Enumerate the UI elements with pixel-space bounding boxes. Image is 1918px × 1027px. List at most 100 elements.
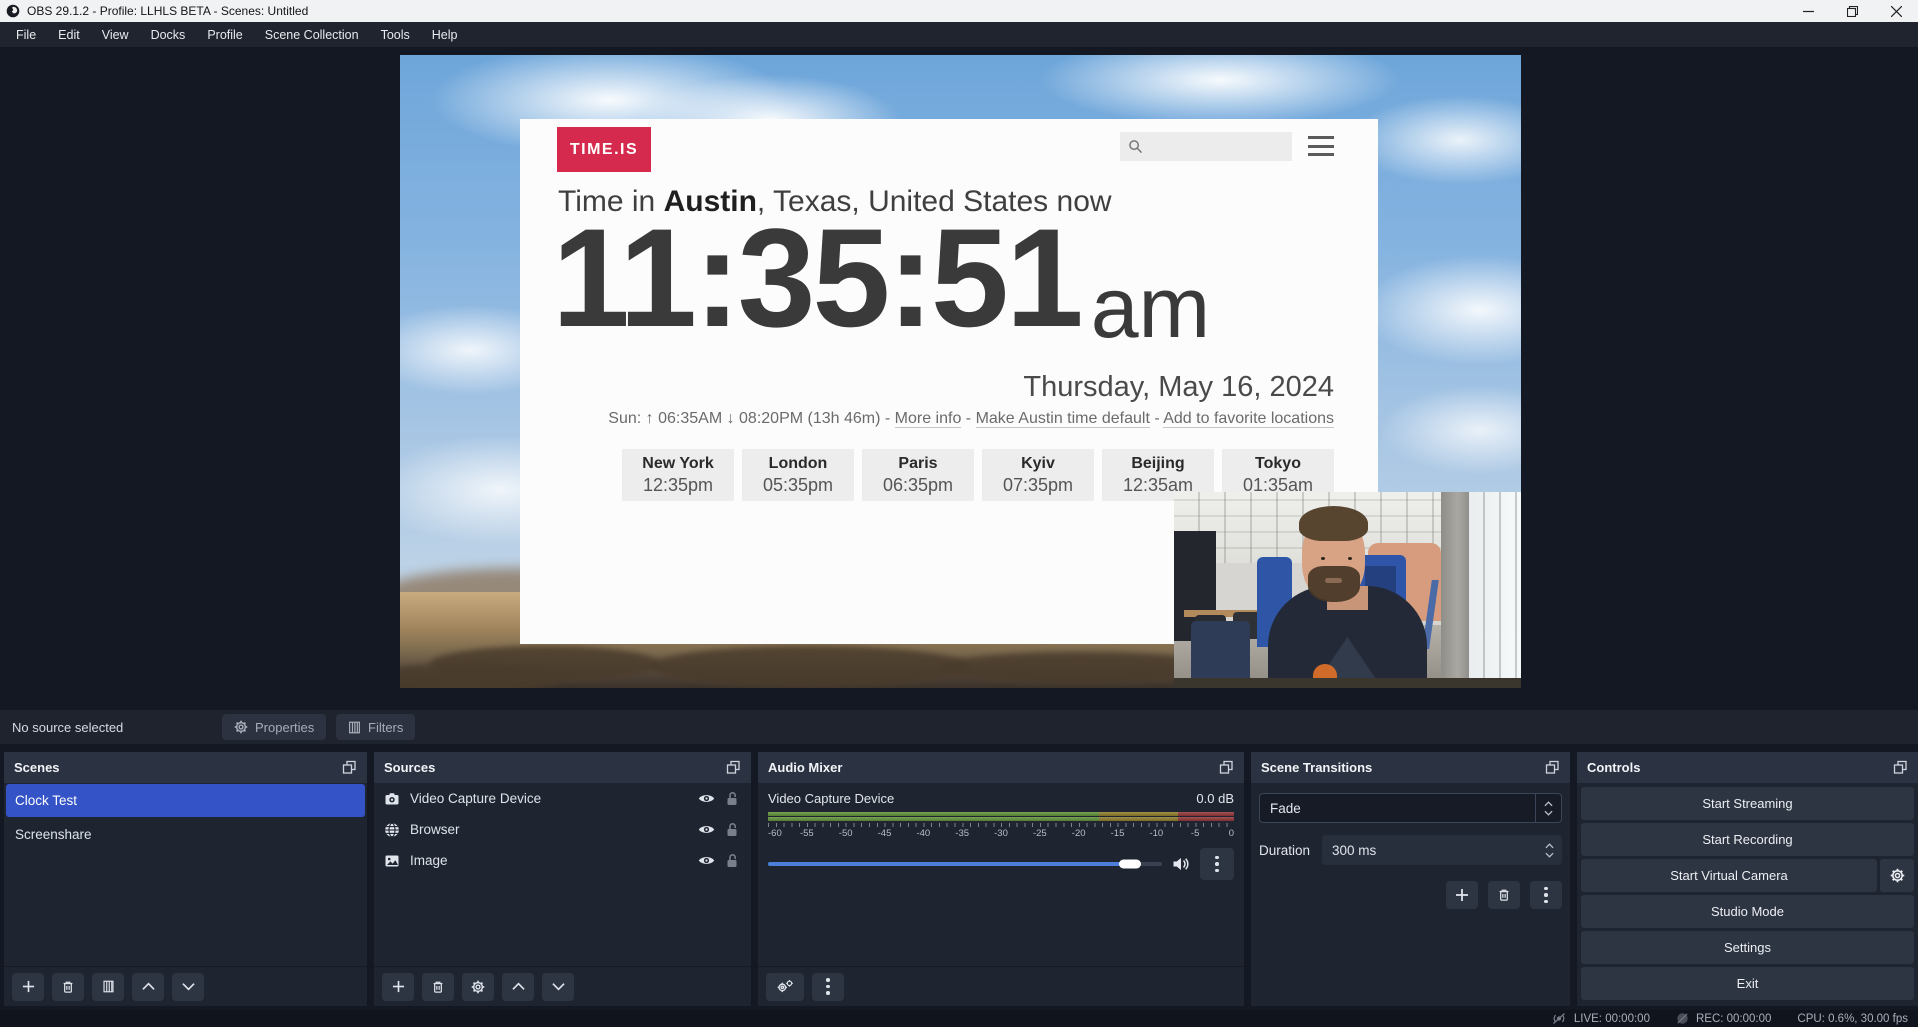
start-recording-button[interactable]: Start Recording (1581, 823, 1914, 856)
city-kyiv: Kyiv07:35pm (982, 449, 1094, 501)
sources-header[interactable]: Sources (374, 752, 751, 783)
add-source-button[interactable] (382, 973, 414, 1001)
sources-toolbar (374, 966, 751, 1006)
duration-spinbox[interactable]: 300 ms (1322, 835, 1562, 865)
scene-item-screenshare[interactable]: Screenshare (6, 818, 365, 851)
advanced-audio-button[interactable] (766, 973, 804, 1001)
remove-scene-button[interactable] (52, 973, 84, 1001)
start-streaming-button[interactable]: Start Streaming (1581, 787, 1914, 820)
close-button[interactable] (1874, 0, 1918, 22)
title-bar: OBS 29.1.2 - Profile: LLHLS BETA - Scene… (0, 0, 1918, 22)
transitions-body: Fade Duration 300 ms (1251, 783, 1570, 1006)
popout-icon[interactable] (1219, 760, 1234, 775)
transitions-header[interactable]: Scene Transitions (1251, 752, 1570, 783)
gear-icon (234, 720, 248, 734)
menu-docks[interactable]: Docks (140, 22, 197, 47)
kebab-menu-icon (1215, 856, 1219, 873)
source-item-browser[interactable]: Browser (374, 814, 751, 845)
transition-select[interactable]: Fade (1259, 793, 1562, 823)
camera-icon (384, 791, 400, 807)
timeis-logo: TIME.IS (557, 127, 651, 172)
scene-transitions-panel: Scene Transitions Fade Duration 300 ms (1251, 752, 1570, 1006)
lock-icon[interactable] (725, 853, 739, 868)
filters-button[interactable]: Filters (336, 714, 415, 740)
chevron-down-icon (1545, 852, 1554, 858)
chevron-up-icon (142, 982, 155, 991)
add-transition-button[interactable] (1446, 881, 1478, 909)
eye-icon[interactable] (698, 823, 715, 836)
webcam-overlay[interactable] (1174, 492, 1521, 688)
popout-icon[interactable] (1893, 760, 1908, 775)
clock-digits: 11:35:51 (552, 211, 1081, 344)
add-scene-button[interactable] (12, 973, 44, 1001)
virtual-camera-config-button[interactable] (1880, 859, 1914, 892)
menu-profile[interactable]: Profile (196, 22, 253, 47)
popout-icon[interactable] (726, 760, 741, 775)
city-newyork: New York12:35pm (622, 449, 734, 501)
lock-icon[interactable] (725, 822, 739, 837)
speaker-icon[interactable] (1172, 856, 1190, 872)
city-london: London05:35pm (742, 449, 854, 501)
popout-icon[interactable] (342, 760, 357, 775)
source-properties-button[interactable] (462, 973, 494, 1001)
kebab-menu-icon (826, 978, 830, 995)
preview-canvas[interactable]: TIME.IS Time in Austin, Texas, United St… (400, 55, 1521, 688)
chevron-down-icon (1544, 810, 1553, 816)
restore-button[interactable] (1830, 0, 1874, 22)
studio-mode-button[interactable]: Studio Mode (1581, 895, 1914, 928)
settings-button[interactable]: Settings (1581, 931, 1914, 964)
volume-meter (768, 812, 1234, 816)
menu-help[interactable]: Help (421, 22, 469, 47)
menu-tools[interactable]: Tools (370, 22, 421, 47)
sources-panel: Sources Video Capture Device Browser Ima… (374, 752, 751, 1006)
source-up-button[interactable] (502, 973, 534, 1001)
select-spinner[interactable] (1535, 794, 1561, 822)
lock-icon[interactable] (725, 791, 739, 806)
more-info-link: More info (895, 410, 962, 428)
remove-transition-button[interactable] (1488, 881, 1520, 909)
scene-down-button[interactable] (172, 973, 204, 1001)
mixer-menu-button[interactable] (812, 973, 844, 1001)
scene-up-button[interactable] (132, 973, 164, 1001)
obs-window: OBS 29.1.2 - Profile: LLHLS BETA - Scene… (0, 0, 1918, 1027)
eye-icon[interactable] (698, 792, 715, 805)
chevron-down-icon (182, 982, 195, 991)
source-item-image[interactable]: Image (374, 845, 751, 876)
source-item-video-capture[interactable]: Video Capture Device (374, 783, 751, 814)
menu-edit[interactable]: Edit (47, 22, 91, 47)
chevron-up-icon (1545, 843, 1554, 849)
filter-icon (102, 980, 115, 993)
eye-icon[interactable] (698, 854, 715, 867)
exit-button[interactable]: Exit (1581, 967, 1914, 1000)
spinbox-arrows[interactable] (1545, 835, 1554, 865)
menu-scene-collection[interactable]: Scene Collection (254, 22, 370, 47)
volume-slider-handle[interactable] (1119, 860, 1141, 869)
mixer-body: Video Capture Device 0.0 dB -60 -55 -50 … (758, 783, 1244, 1006)
cpu-status: CPU: 0.6%, 30.00 fps (1797, 1013, 1908, 1025)
timeis-clock: 11:35:51 am (552, 211, 1210, 344)
scenes-toolbar (4, 966, 367, 1006)
chevron-down-icon (552, 982, 565, 991)
controls-header[interactable]: Controls (1577, 752, 1918, 783)
transition-menu-button[interactable] (1530, 881, 1562, 909)
search-box (1120, 132, 1292, 161)
menu-bar: File Edit View Docks Profile Scene Colle… (0, 22, 1918, 47)
popout-icon[interactable] (1545, 760, 1560, 775)
source-down-button[interactable] (542, 973, 574, 1001)
minimize-button[interactable] (1786, 0, 1830, 22)
volume-slider[interactable] (768, 862, 1162, 866)
mixer-header[interactable]: Audio Mixer (758, 752, 1244, 783)
scenes-header[interactable]: Scenes (4, 752, 367, 783)
remove-source-button[interactable] (422, 973, 454, 1001)
scenes-panel: Scenes Clock Test Screenshare (4, 752, 367, 1006)
menu-file[interactable]: File (5, 22, 47, 47)
kebab-menu-icon (1544, 887, 1548, 904)
properties-button[interactable]: Properties (222, 714, 326, 740)
scene-filters-button[interactable] (92, 973, 124, 1001)
scene-item-clock-test[interactable]: Clock Test (6, 784, 365, 817)
trash-icon (431, 980, 445, 994)
status-bar: LIVE: 00:00:00 REC: 00:00:00 CPU: 0.6%, … (0, 1010, 1918, 1027)
mixer-channel-menu-button[interactable] (1200, 848, 1234, 880)
start-virtual-camera-button[interactable]: Start Virtual Camera (1581, 859, 1877, 892)
menu-view[interactable]: View (91, 22, 140, 47)
